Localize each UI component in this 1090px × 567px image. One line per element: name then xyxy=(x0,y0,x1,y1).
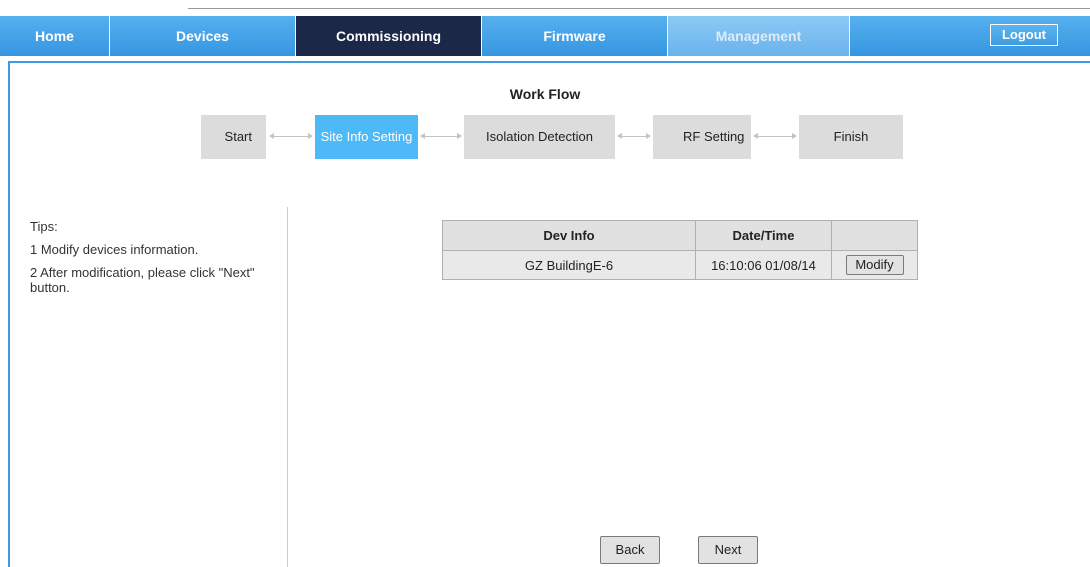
workflow-arrow xyxy=(269,133,313,139)
tab-devices[interactable]: Devices xyxy=(110,16,296,56)
cell-date-time: 16:10:06 01/08/14 xyxy=(695,250,832,280)
tab-commissioning[interactable]: Commissioning xyxy=(296,16,482,56)
main-nav: Home Devices Commissioning Firmware Mana… xyxy=(0,16,1090,56)
tip-item: 1 Modify devices information. xyxy=(30,242,199,257)
tips-heading: Tips: xyxy=(30,219,58,234)
workflow-arrow xyxy=(753,133,797,139)
tip-item: 2 After modification, please click "Next… xyxy=(30,265,255,295)
workflow-step-rf-setting: RF Setting xyxy=(653,115,751,159)
workflow-step-site-info-setting: Site Info Setting xyxy=(315,115,418,159)
modify-button[interactable]: Modify xyxy=(845,255,904,275)
tab-management[interactable]: Management xyxy=(668,16,850,56)
column-header-action xyxy=(831,220,918,251)
column-header-date-time: Date/Time xyxy=(695,220,832,251)
workflow-title: Work Flow xyxy=(509,86,581,102)
tips-panel: Tips: 1 Modify devices information. 2 Af… xyxy=(30,219,270,303)
workflow-step-start: Start xyxy=(201,115,266,159)
back-button[interactable]: Back xyxy=(600,536,660,564)
column-header-dev-info: Dev Info xyxy=(442,220,696,251)
table-row: GZ BuildingE-6 16:10:06 01/08/14 Modify xyxy=(442,250,918,280)
next-button[interactable]: Next xyxy=(698,536,758,564)
workflow-step-finish: Finish xyxy=(799,115,903,159)
logout-button[interactable]: Logout xyxy=(990,24,1058,46)
cell-dev-info: GZ BuildingE-6 xyxy=(442,250,696,280)
workflow-arrow xyxy=(617,133,651,139)
workflow-arrow xyxy=(420,133,462,139)
cell-action: Modify xyxy=(831,250,918,280)
top-rule xyxy=(188,8,1090,9)
device-table: Dev Info Date/Time GZ BuildingE-6 16:10:… xyxy=(442,220,918,280)
tab-firmware[interactable]: Firmware xyxy=(482,16,668,56)
tab-home[interactable]: Home xyxy=(0,16,110,56)
workflow-step-isolation-detection: Isolation Detection xyxy=(464,115,615,159)
vertical-divider xyxy=(287,207,288,567)
